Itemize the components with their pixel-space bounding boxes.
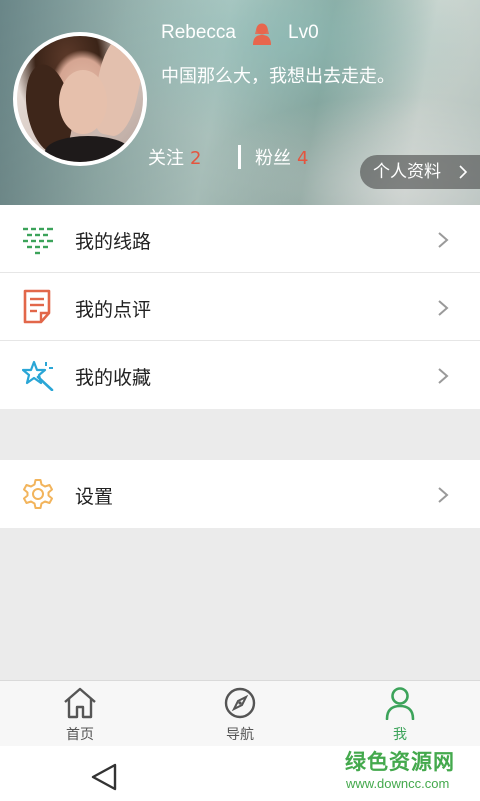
menu-item-settings[interactable]: 设置 [0,460,480,528]
watermark-title: 绿色资源网 [345,750,455,774]
tab-navigation[interactable]: 导航 [160,681,320,747]
chevron-right-icon [438,300,449,316]
back-triangle-icon[interactable] [90,762,118,792]
system-nav-bar: 绿色资源网 www.downcc.com [0,746,480,801]
menu-label-my-reviews: 我的点评 [75,299,152,321]
fans-stat[interactable]: 粉丝 4 [255,144,308,170]
tab-me[interactable]: 我 [320,681,480,747]
star-wand-icon [22,360,54,391]
menu-label-settings: 设置 [75,486,114,508]
menu-group-settings: 设置 [0,460,480,528]
gear-icon [23,479,53,509]
profile-header: Rebecca Lv0 中国那么大，我想出去走走。 关注 2 粉丝 4 个人资料 [0,0,480,205]
tab-me-label: 我 [393,727,407,743]
username: Rebecca [161,22,236,43]
route-list-icon [23,227,53,255]
profile-details-label: 个人资料 [373,162,441,182]
female-user-icon [253,23,271,45]
menu-group-main: 我的线路 我的点评 我的收藏 [0,205,480,409]
profile-details-button[interactable]: 个人资料 [360,155,480,189]
menu-item-my-favorites[interactable]: 我的收藏 [0,341,480,409]
home-icon [64,687,96,719]
follow-label: 关注 [148,148,184,169]
person-icon [385,687,415,720]
menu-item-my-routes[interactable]: 我的线路 [0,205,480,273]
tab-home-label: 首页 [66,727,94,743]
bottom-tab-bar: 首页 导航 我 [0,680,480,746]
fans-count: 4 [297,148,309,169]
menu-label-my-routes: 我的线路 [75,231,152,253]
tab-home[interactable]: 首页 [0,681,160,747]
chevron-right-icon [438,232,449,248]
review-note-icon [23,289,51,324]
user-motto: 中国那么大，我想出去走走。 [161,66,395,87]
stat-divider [238,145,241,169]
chevron-right-icon [438,487,449,503]
user-level: Lv0 [288,22,319,43]
follow-stat[interactable]: 关注 2 [148,144,201,170]
menu-label-my-favorites: 我的收藏 [75,367,152,389]
menu-item-my-reviews[interactable]: 我的点评 [0,273,480,341]
chevron-right-icon [459,165,468,179]
compass-icon [224,687,256,719]
chevron-right-icon [438,368,449,384]
tab-navigation-label: 导航 [226,727,254,743]
follow-count: 2 [190,148,202,169]
avatar[interactable] [13,32,147,166]
fans-label: 粉丝 [255,148,291,169]
watermark-url: www.downcc.com [346,776,450,791]
